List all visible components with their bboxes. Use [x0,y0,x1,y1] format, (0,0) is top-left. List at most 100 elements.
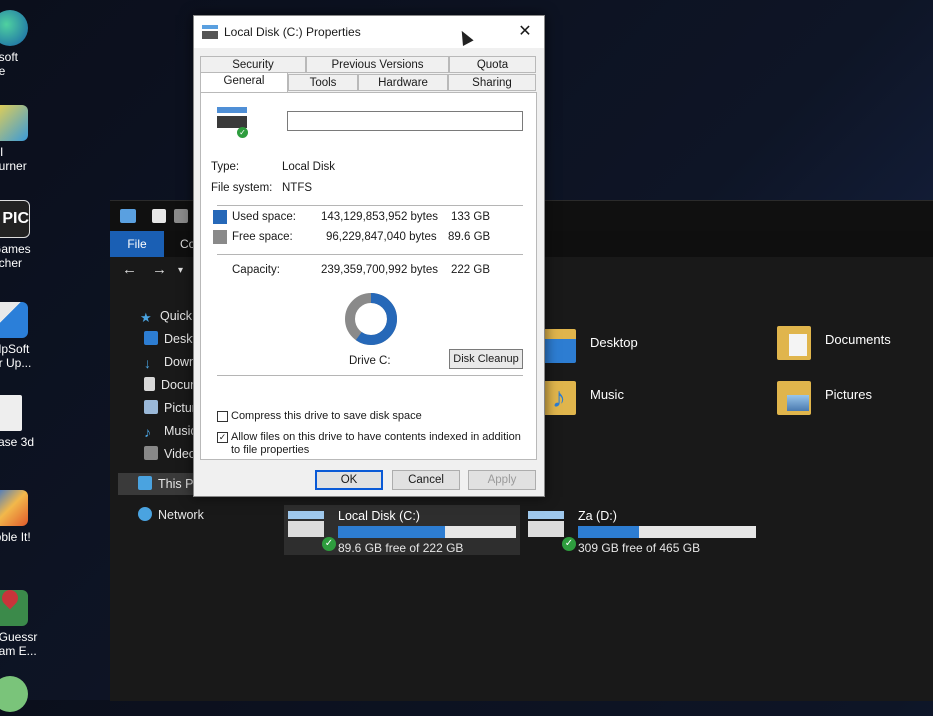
desktop-shortcut-partial[interactable] [0,676,52,716]
hard-drive-icon [202,25,218,39]
sidebar-item-documents[interactable]: Docun [144,374,197,396]
close-icon[interactable]: ✕ [514,21,536,43]
ok-button[interactable]: OK [315,470,383,490]
desktop-icon-column: osoft ge SI ourner PIC Games ncher elpSo… [0,0,52,712]
sidebar-item-music[interactable]: ♪ Music [144,420,197,442]
sidebar-item-network[interactable]: Network [138,504,204,526]
desktop-shortcut-label: Games ncher [0,242,31,270]
drive-free-text: 309 GB free of 465 GB [578,541,701,555]
sidebar-item-label: Docun [161,378,198,392]
type-value: Local Disk [282,161,336,173]
sidebar-item-downloads[interactable]: ↓ Downl [144,351,199,373]
recent-locations-icon[interactable]: ▾ [178,265,183,276]
drive-label-input[interactable] [287,111,523,131]
tab-general[interactable]: General [200,72,288,92]
tab-tools[interactable]: Tools [288,74,358,91]
capacity-gb: 222 GB [451,264,490,276]
desktop-shortcut-edge[interactable]: osoft ge [0,10,52,78]
usage-donut-chart [345,293,397,345]
desktop-shortcut-case3d[interactable]: case 3d [0,395,52,449]
check-badge-icon: ✓ [237,127,248,138]
document-icon [144,377,155,391]
divider [217,205,523,206]
used-space-label: Used space: [232,211,296,223]
epic-icon: PIC [0,200,30,238]
general-tab-panel: ✓ Type: Local Disk File system: NTFS Use… [200,92,537,460]
hard-drive-icon: ✓ [217,107,251,139]
capacity-label: Capacity: [232,264,280,276]
used-space-gb: 133 GB [451,211,490,223]
drive-usage-fill [578,526,639,538]
sidebar-item-label: Pictur [164,401,196,415]
free-space-swatch [213,230,227,244]
desktop-shortcut-label: oGuessr eam E... [0,630,38,658]
tab-sharing[interactable]: Sharing [448,74,536,91]
document-icon [0,395,22,431]
file-system-label: File system: [211,182,273,194]
app-icon [0,676,28,712]
edge-icon [0,10,28,46]
download-icon: ↓ [144,355,151,371]
desktop-shortcut-label: case 3d [0,435,35,449]
desktop-folder-icon [542,329,576,363]
compress-checkbox[interactable] [217,411,228,422]
capacity-bytes: 239,359,700,992 bytes [321,264,439,276]
disk-cleanup-button[interactable]: Disk Cleanup [449,349,523,369]
forward-arrow-icon[interactable]: → [152,261,167,278]
tab-row-bottom: General Tools Hardware Sharing [200,72,536,92]
free-space-label: Free space: [232,231,293,243]
new-folder-quick-icon[interactable] [174,209,188,223]
properties-quick-icon[interactable] [152,209,166,223]
tab-hardware[interactable]: Hardware [358,74,448,91]
documents-folder-icon [777,326,811,360]
drive-free-text: 89.6 GB free of 222 GB [338,541,464,555]
desktop-shortcut-helpsoft[interactable]: elpSoft er Up... [0,302,52,370]
scribble-icon [0,490,28,526]
tab-security[interactable]: Security [200,56,306,73]
compress-label: Compress this drive to save disk space [231,410,422,422]
drive-d[interactable]: ✓ Za (D:) 309 GB free of 465 GB [524,505,760,555]
sidebar-item-label: Network [158,508,204,522]
file-system-value: NTFS [282,182,313,194]
dialog-titlebar: Local Disk (C:) Properties ✕ [194,16,544,48]
drive-caption: Drive C: [349,355,391,367]
apply-button[interactable]: Apply [468,470,536,490]
star-icon: ★ [140,310,152,325]
index-checkbox[interactable]: ✓ [217,432,228,443]
music-folder-icon: ♪ [542,381,576,415]
desktop-shortcut-label: elpSoft er Up... [0,342,32,370]
pictures-folder-icon [777,381,811,415]
music-icon: ♪ [144,424,151,440]
desktop-shortcut-scribble[interactable]: ibble It! [0,490,52,544]
used-space-swatch [213,210,227,224]
msi-icon [0,105,28,141]
desktop-shortcut-msi[interactable]: SI ourner [0,105,52,173]
drive-c[interactable]: ✓ Local Disk (C:) 89.6 GB free of 222 GB [284,505,520,555]
folder-label: Desktop [590,335,638,350]
folder-label: Music [590,387,624,402]
tab-quota[interactable]: Quota [449,56,536,73]
drive-name: Za (D:) [578,509,617,523]
tab-previous-versions[interactable]: Previous Versions [306,56,449,73]
divider [217,254,523,255]
cancel-button[interactable]: Cancel [392,470,460,490]
check-badge-icon: ✓ [562,537,576,551]
drive-usage-bar [578,526,756,538]
desktop-shortcut-geoguessr[interactable]: oGuessr eam E... [0,582,52,658]
file-tab[interactable]: File [110,231,164,257]
back-arrow-icon[interactable]: ← [122,261,137,278]
video-icon [144,446,158,460]
divider [217,375,523,376]
type-label: Type: [211,161,240,173]
free-space-bytes: 96,229,847,040 bytes [326,231,437,243]
used-space-bytes: 143,129,853,952 bytes [321,211,439,223]
folder-label: Pictures [825,387,872,402]
drive-properties-dialog: Local Disk (C:) Properties ✕ Security Pr… [193,15,545,497]
drive-usage-bar [338,526,516,538]
hard-drive-icon: ✓ [288,511,336,551]
dialog-title: Local Disk (C:) Properties [224,25,361,39]
desktop-shortcut-epic[interactable]: PIC Games ncher [0,200,52,270]
sidebar-item-pictures[interactable]: Pictur [144,397,196,419]
folder-label: Documents [825,332,891,347]
desktop-shortcut-label: osoft ge [0,50,19,78]
